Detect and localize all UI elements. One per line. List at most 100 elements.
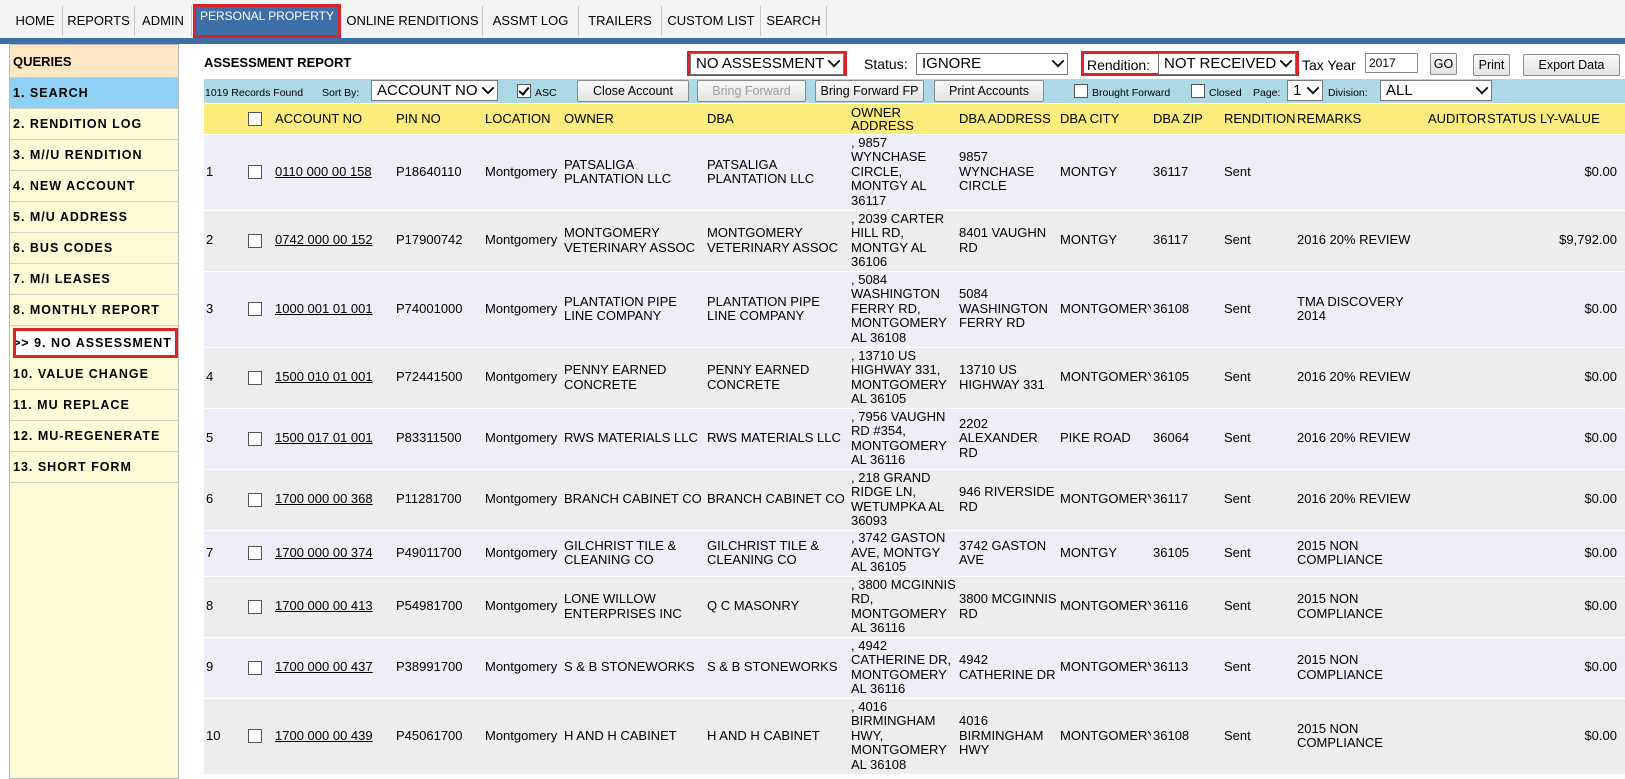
sidebar-item-search[interactable]: 1. SEARCH [10, 78, 178, 109]
ly-value-cell: $0.00 [1538, 530, 1625, 576]
close-account-button[interactable]: Close Account [577, 80, 689, 102]
table-row[interactable]: 1 0110 000 00 158 P18640110 Montgomery PATSA… [204, 134, 1625, 210]
table-row[interactable]: 7 1700 000 00 374 P49011700 Montgomery GILCH… [204, 530, 1625, 576]
row-checkbox[interactable] [248, 729, 262, 744]
sidebar-item-mi-leases[interactable]: 7. M/I LEASES [10, 264, 178, 295]
remarks-cell: 2015 NON COMPLIANCE [1295, 637, 1426, 698]
sidebar-item-mu-rendition[interactable]: 3. M//U RENDITION [10, 140, 178, 171]
column-header-rendition[interactable]: RENDITION [1222, 104, 1296, 134]
column-header-remarks[interactable]: REMARKS [1295, 104, 1426, 134]
rendition-cell: Sent [1222, 469, 1295, 530]
column-header-pin-no[interactable]: PIN NO [394, 104, 483, 134]
account-no-link[interactable]: 1700 000 00 413 [275, 598, 373, 614]
account-no-link[interactable]: 0110 000 00 158 [275, 164, 372, 179]
print-button[interactable]: Print [1473, 54, 1510, 76]
tab-search[interactable]: SEARCH [761, 6, 827, 36]
sidebar-item-rendition-log[interactable]: 2. RENDITION LOG [10, 109, 178, 140]
status-cell [1485, 347, 1538, 408]
account-no-link[interactable]: 1700 000 00 374 [275, 545, 373, 560]
dba-cell: BRANCH CABINET CO [705, 469, 849, 530]
tab-online-renditions[interactable]: ONLINE RENDITIONS [343, 6, 483, 36]
asc-checkbox[interactable] [517, 84, 531, 98]
sidebar-item-short-form[interactable]: 13. SHORT FORM [10, 452, 178, 483]
rendition-select[interactable]: NOT RECEIVED [1158, 53, 1296, 75]
tab-personal-property[interactable]: PERSONAL PROPERTY [193, 4, 341, 38]
row-checkbox[interactable] [248, 370, 262, 385]
table-row[interactable]: 4 1500 010 01 001 P72441500 Montgomery PENNY… [204, 347, 1625, 408]
column-header-account-no[interactable]: ACCOUNT NO [273, 104, 394, 134]
table-row[interactable]: 2 0742 000 00 152 P17900742 Montgomery MONTG… [204, 210, 1625, 271]
sidebar-item-bus-codes[interactable]: 6. BUS CODES [10, 233, 178, 264]
tab-assmt-log[interactable]: ASSMT LOG [483, 6, 579, 36]
row-checkbox[interactable] [248, 233, 262, 248]
row-checkbox[interactable] [248, 165, 262, 180]
column-header-dba[interactable]: DBA [705, 104, 849, 134]
row-checkbox[interactable] [248, 546, 262, 561]
brought-forward-checkbox[interactable] [1074, 84, 1088, 98]
account-no-link[interactable]: 1000 001 01 001 [275, 301, 373, 316]
print-accounts-button[interactable]: Print Accounts [934, 80, 1044, 102]
closed-checkbox[interactable] [1191, 84, 1205, 98]
row-select-cell [237, 134, 273, 210]
sort-by-select[interactable]: ACCOUNT NO [371, 80, 498, 101]
status-select[interactable]: IGNORE [916, 53, 1068, 75]
column-header-status[interactable]: STATUS [1485, 104, 1538, 134]
tab-home[interactable]: HOME [8, 6, 63, 36]
division-select[interactable]: ALL [1380, 80, 1492, 101]
bring-forward-fp-button[interactable]: Bring Forward FP [815, 80, 924, 102]
table-row[interactable]: 6 1700 000 00 368 P11281700 Montgomery BRANC… [204, 469, 1625, 530]
dba-zip-cell: 36064 [1151, 408, 1222, 469]
row-select-cell [237, 698, 273, 774]
tab-reports[interactable]: REPORTS [63, 6, 135, 36]
remarks-cell: TMA DISCOVERY 2014 [1295, 271, 1426, 347]
column-header-owner-address[interactable]: OWNER ADDRESS [849, 104, 957, 134]
location-cell: Montgomery [483, 576, 562, 637]
account-no-link[interactable]: 1500 017 01 001 [275, 430, 373, 446]
row-checkbox[interactable] [248, 599, 262, 614]
sidebar-item-no-assessment[interactable]: >> 9. NO ASSESSMENT [13, 328, 178, 358]
export-data-button[interactable]: Export Data [1523, 54, 1620, 76]
select-all-checkbox[interactable] [248, 112, 262, 127]
table-row[interactable]: 10 1700 000 00 439 P45061700 Montgomery H AN… [204, 698, 1625, 774]
column-header-dba-city[interactable]: DBA CITY [1058, 104, 1151, 134]
owner-address-cell: , 4016 BIRMINGHAM HWY, MONTGOMERY AL 361… [849, 698, 957, 774]
go-button[interactable]: GO [1430, 53, 1457, 75]
sidebar-item-value-change[interactable]: 10. VALUE CHANGE [10, 359, 178, 390]
auditor-cell [1426, 637, 1485, 698]
row-checkbox[interactable] [248, 492, 262, 507]
sidebar-item-mu-address[interactable]: 5. M/U ADDRESS [10, 202, 178, 233]
status-value: IGNORE [922, 55, 982, 72]
row-checkbox[interactable] [248, 660, 262, 675]
account-no-link[interactable]: 1700 000 00 437 [275, 659, 373, 675]
column-header-owner[interactable]: OWNER [562, 104, 705, 134]
account-no-link[interactable]: 1500 010 01 001 [275, 369, 373, 385]
account-no-link[interactable]: 1700 000 00 439 [275, 728, 373, 743]
column-header-ly-value[interactable]: LY-VALUE [1538, 104, 1625, 134]
sidebar-item-mu-replace[interactable]: 11. MU REPLACE [10, 390, 178, 421]
account-no-link[interactable]: 1700 000 00 368 [275, 491, 373, 507]
account-no-link[interactable]: 0742 000 00 152 [275, 232, 373, 248]
bring-forward-button[interactable]: Bring Forward [697, 80, 806, 102]
sidebar-item-mu-regenerate[interactable]: 12. MU-REGENERATE [10, 421, 178, 452]
tab-custom-list[interactable]: CUSTOM LIST [662, 6, 761, 36]
tab-trailers[interactable]: TRAILERS [579, 6, 662, 36]
report-type-select[interactable]: NO ASSESSMENT [690, 53, 844, 75]
table-row[interactable]: 8 1700 000 00 413 P54981700 Montgomery LONE … [204, 576, 1625, 637]
table-row[interactable]: 3 1000 001 01 001 P74001000 Montgomery PLANT… [204, 271, 1625, 347]
location-cell: Montgomery [483, 698, 562, 774]
sidebar-item-monthly-report[interactable]: 8. MONTHLY REPORT [10, 295, 178, 326]
table-row[interactable]: 9 1700 000 00 437 P38991700 Montgomery S & B… [204, 637, 1625, 698]
column-header-dba-zip[interactable]: DBA ZIP [1151, 104, 1222, 134]
column-header-dba-address[interactable]: DBA ADDRESS [957, 104, 1058, 134]
row-checkbox[interactable] [248, 431, 262, 446]
page-select[interactable]: 1 [1287, 80, 1323, 101]
table-row[interactable]: 5 1500 017 01 001 P83311500 Montgomery RWS M… [204, 408, 1625, 469]
column-header-auditor[interactable]: AUDITOR [1426, 104, 1486, 134]
sidebar-item-new-account[interactable]: 4. NEW ACCOUNT [10, 171, 178, 202]
column-header-location[interactable]: LOCATION [483, 104, 562, 134]
division-value: ALL [1386, 82, 1413, 99]
owner-address-cell: , 2039 CARTER HILL RD, MONTGY AL 36106 [849, 210, 957, 271]
tax-year-input[interactable]: 2017 [1365, 53, 1418, 73]
row-checkbox[interactable] [248, 302, 262, 317]
tab-admin[interactable]: ADMIN [135, 6, 192, 36]
